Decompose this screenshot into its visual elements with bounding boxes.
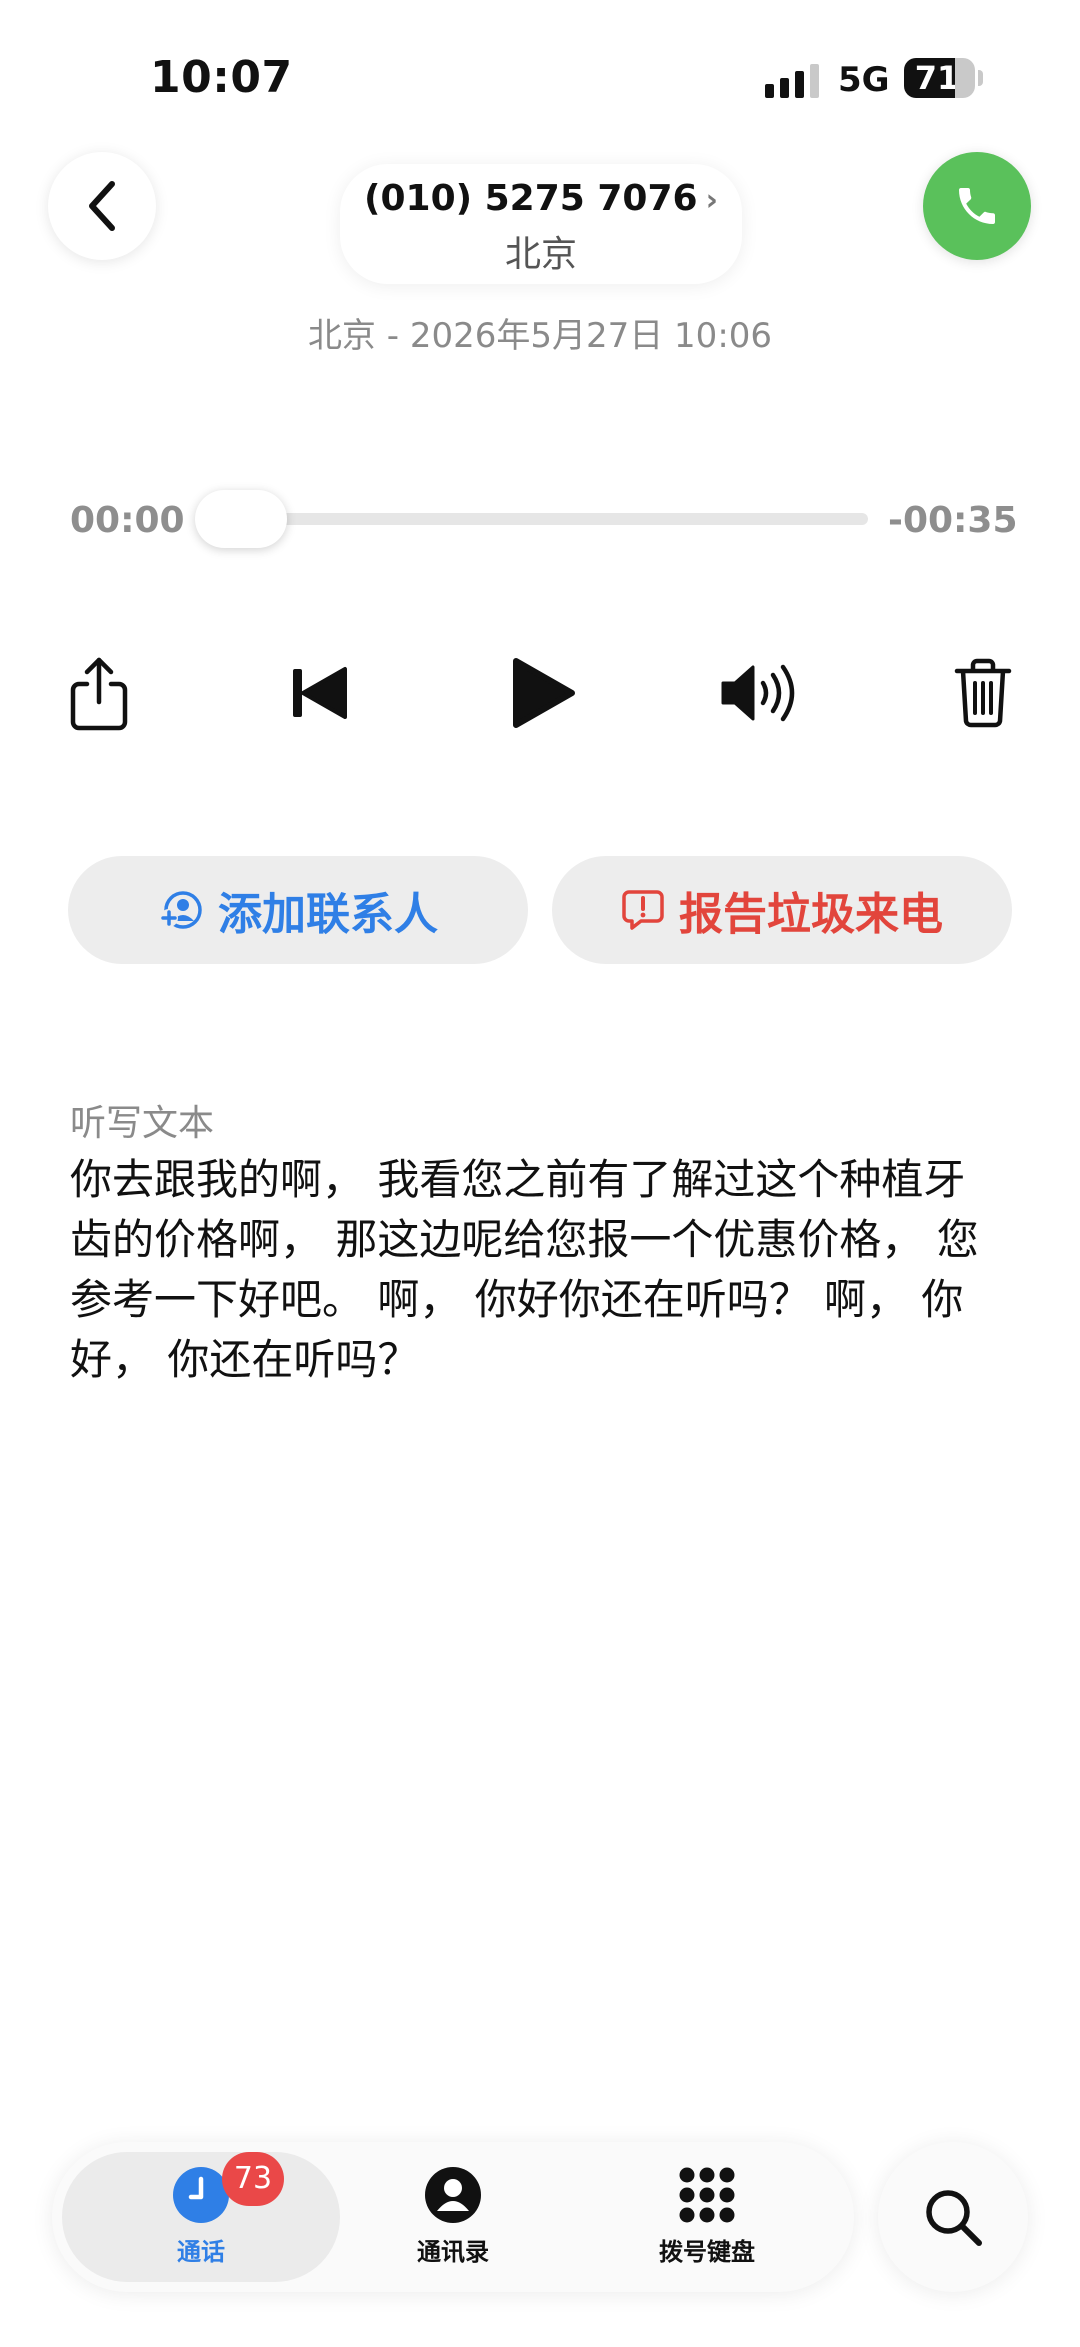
tab-recents-label: 通话: [177, 2238, 225, 2266]
remaining-time: -00:35: [888, 500, 1018, 541]
report-icon: [622, 890, 664, 930]
speaker-button[interactable]: [716, 648, 806, 738]
progress-track[interactable]: [222, 513, 868, 525]
battery-empty-portion: [955, 58, 975, 98]
skip-back-icon: [293, 667, 347, 719]
missed-calls-badge: 73: [222, 2152, 284, 2206]
status-time: 10:07: [150, 52, 293, 103]
add-contact-icon: [160, 891, 202, 929]
play-icon: [513, 658, 575, 728]
tab-contacts-label: 通讯录: [417, 2238, 489, 2266]
current-time: 00:00: [70, 500, 185, 541]
transcript-text: 你去跟我的啊， 我看您之前有了解过这个种植牙齿的价格啊， 那这边呢给您报一个优惠…: [70, 1155, 979, 1384]
tab-keypad-label: 拨号键盘: [659, 2238, 755, 2266]
contact-header[interactable]: (010) 5275 7076 › 北京: [340, 164, 742, 284]
tab-keypad[interactable]: 拨号键盘: [607, 2166, 807, 2267]
chevron-left-icon: [89, 181, 115, 231]
add-contact-label: 添加联系人: [218, 889, 438, 940]
report-spam-label: 报告垃圾来电: [679, 889, 943, 940]
battery-nub: [978, 70, 983, 86]
play-button[interactable]: [498, 648, 588, 738]
report-spam-button[interactable]: 报告垃圾来电: [552, 856, 1012, 964]
back-button[interactable]: [48, 152, 156, 260]
add-contact-button[interactable]: 添加联系人: [68, 856, 528, 964]
network-label: 5G: [838, 60, 890, 100]
share-button[interactable]: [54, 648, 144, 738]
phone-icon: [959, 188, 995, 224]
search-button[interactable]: [878, 2142, 1028, 2292]
trash-icon: [954, 658, 1012, 728]
call-button[interactable]: [923, 152, 1031, 260]
keypad-icon: [679, 2167, 735, 2223]
call-subtitle: 北京 - 2026年5月27日 10:06: [307, 316, 773, 356]
rewind-button[interactable]: [274, 648, 364, 738]
search-icon: [926, 2190, 982, 2246]
chevron-right-icon: ›: [705, 183, 718, 218]
delete-button[interactable]: [938, 648, 1028, 738]
progress-thumb[interactable]: [195, 490, 287, 548]
signal-icon: [765, 64, 821, 98]
phone-location: 北京: [504, 234, 577, 275]
share-icon: [70, 657, 128, 731]
phone-number: (010) 5275 7076 ›: [364, 178, 718, 219]
tab-contacts[interactable]: 通讯录: [353, 2166, 553, 2267]
transcript-label: 听写文本: [70, 1103, 215, 1144]
speaker-icon: [721, 664, 795, 722]
person-icon: [425, 2167, 481, 2223]
